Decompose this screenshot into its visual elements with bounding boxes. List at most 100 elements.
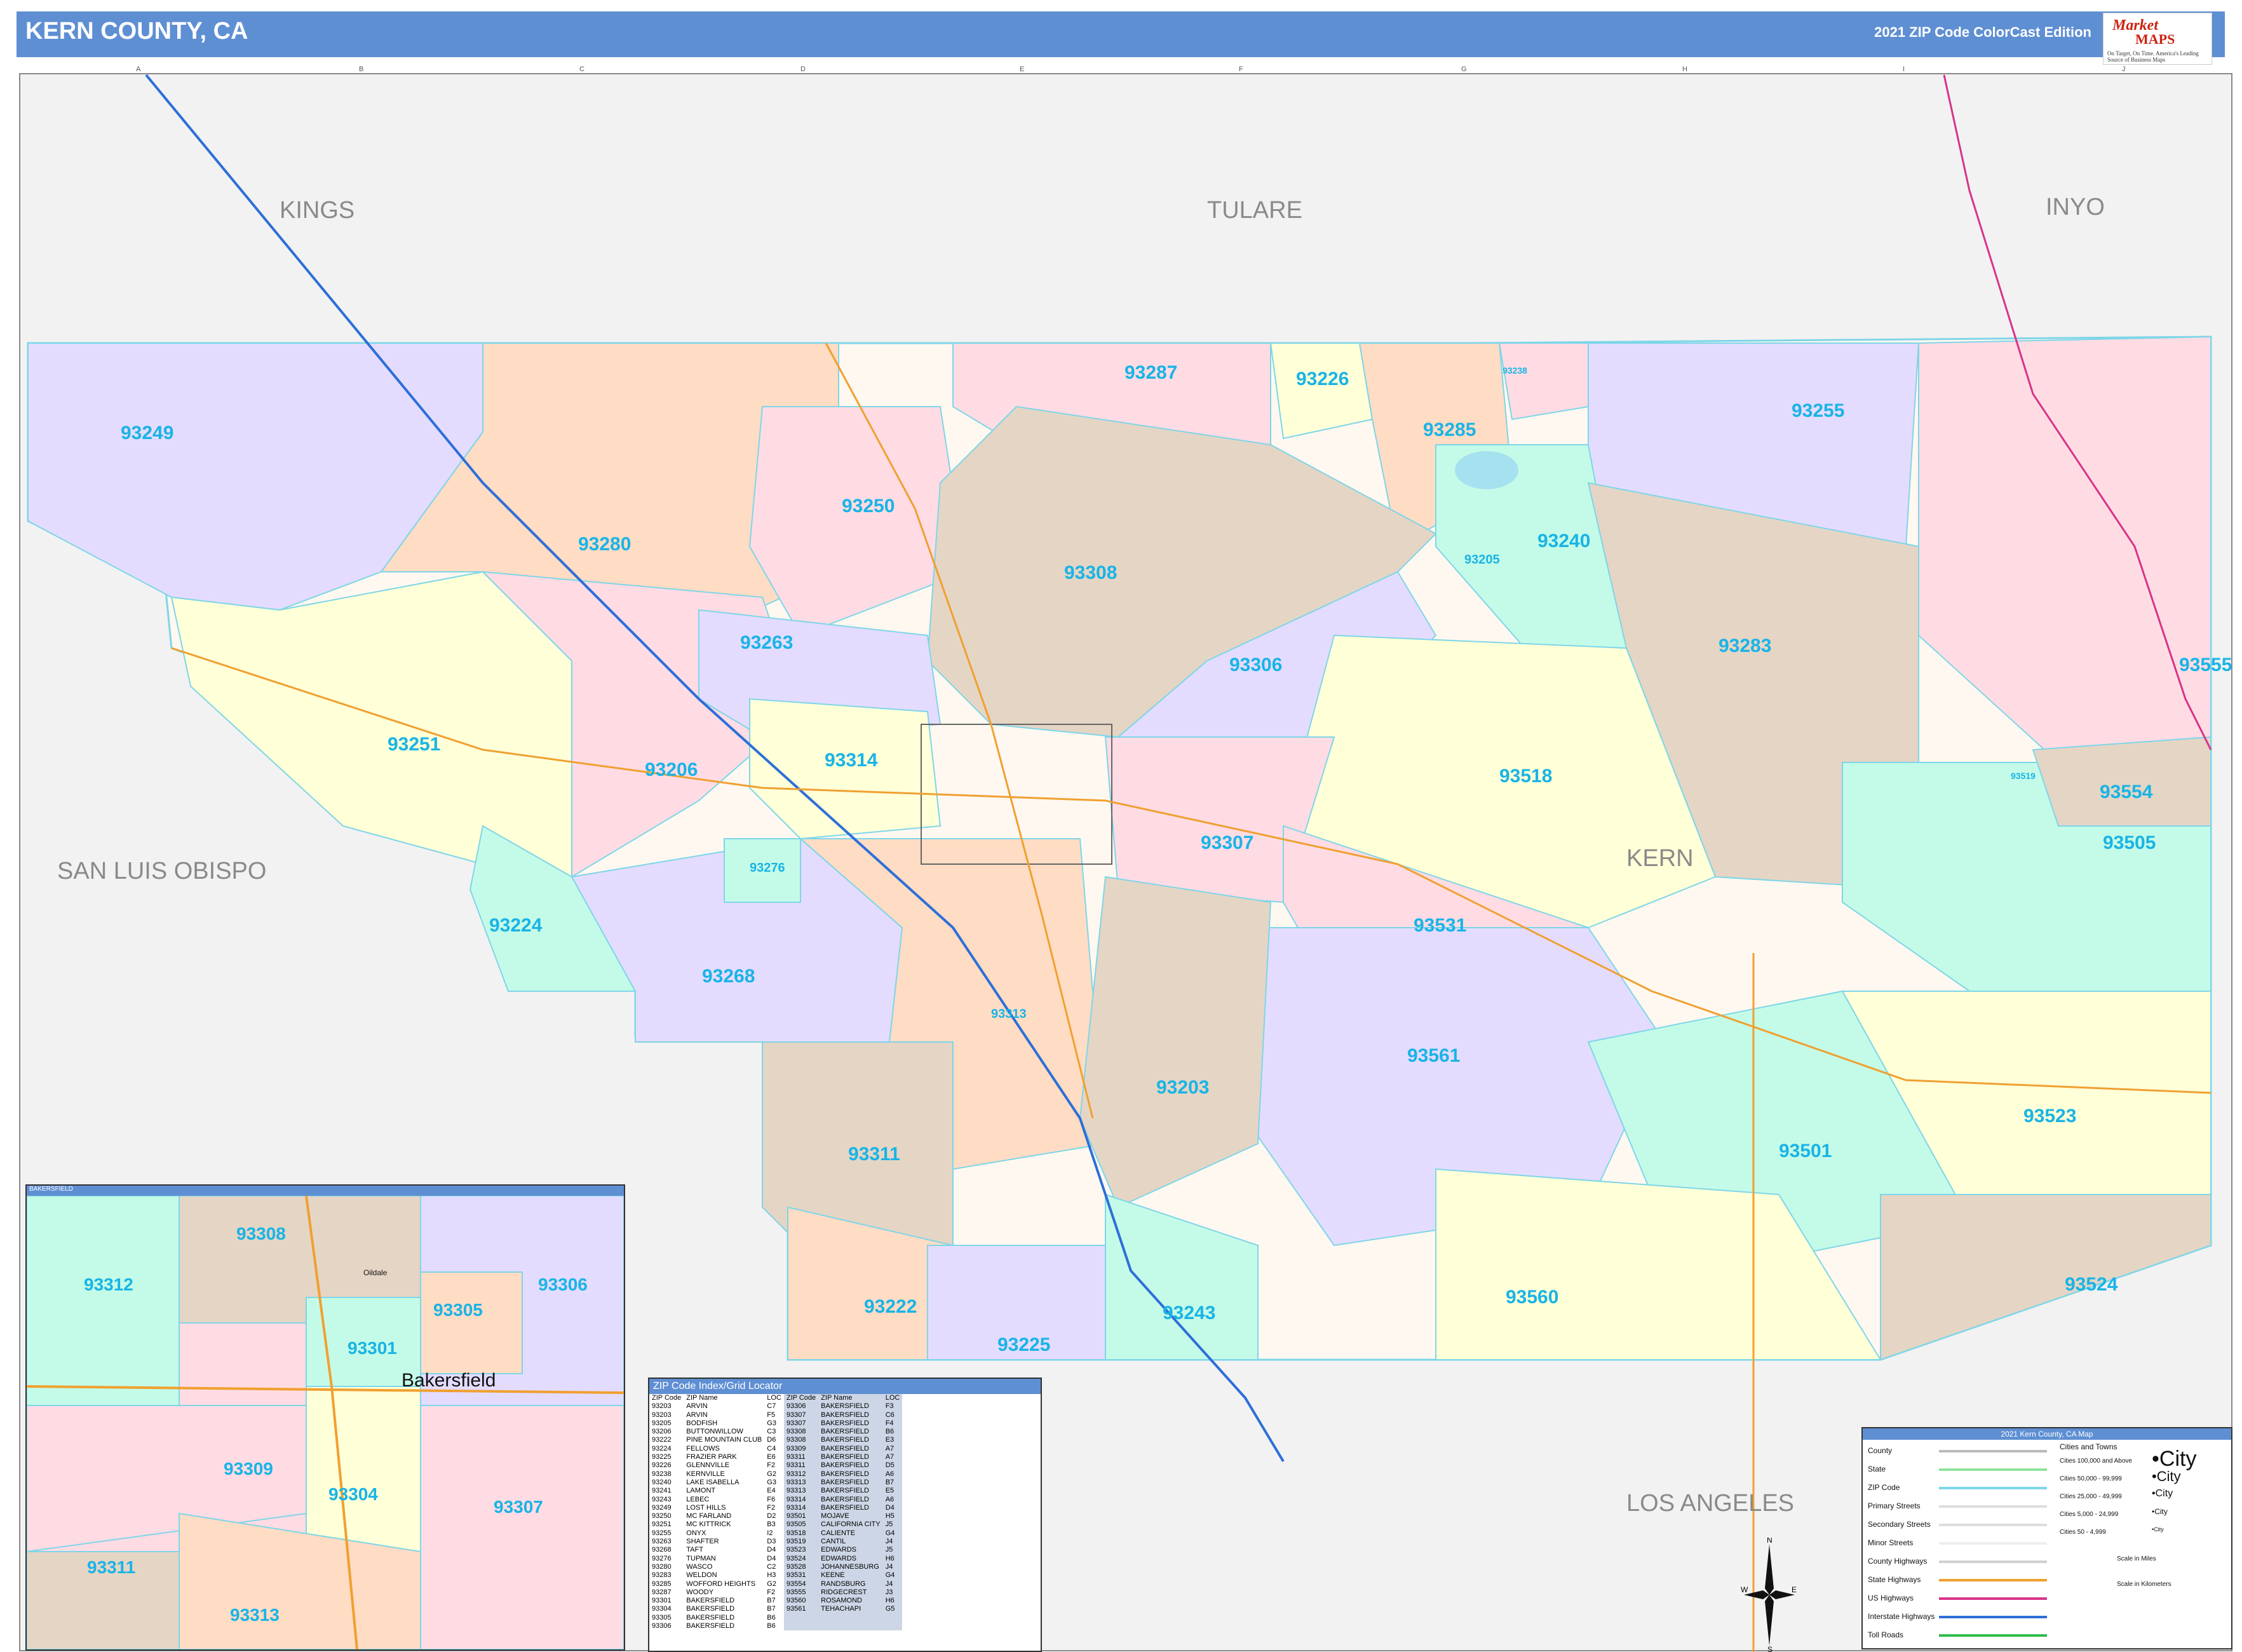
zip-index-cell: D2 bbox=[767, 1512, 776, 1520]
zip-label-93285[interactable]: 93285 bbox=[1423, 419, 1476, 441]
zip-index-cell: 93263 bbox=[652, 1538, 672, 1546]
zip-index-cell: 93224 bbox=[652, 1444, 672, 1452]
legend-swatch bbox=[1939, 1579, 2047, 1581]
inset-zip-label-93301[interactable]: 93301 bbox=[348, 1338, 397, 1358]
zip-label-93505[interactable]: 93505 bbox=[2103, 832, 2156, 854]
zip-index-cell: BAKERSFIELD bbox=[818, 1419, 883, 1428]
inset-zip-label-93307[interactable]: 93307 bbox=[494, 1497, 543, 1517]
zip-label-93531[interactable]: 93531 bbox=[1414, 915, 1466, 937]
zip-label-93313[interactable]: 93313 bbox=[991, 1007, 1027, 1022]
inset-zip-label-93311[interactable]: 93311 bbox=[87, 1557, 135, 1578]
zip-index-cell: 93505 bbox=[783, 1520, 819, 1529]
zip-label-93255[interactable]: 93255 bbox=[1792, 400, 1844, 422]
legend-swatch bbox=[1939, 1542, 2047, 1545]
zip-label-93222[interactable]: 93222 bbox=[864, 1296, 917, 1318]
zip-index-cell: 93313 bbox=[783, 1478, 819, 1487]
zip-index-cell: 93222 bbox=[652, 1436, 672, 1444]
zip-label-93555[interactable]: 93555 bbox=[2179, 654, 2232, 676]
zip-index-cell: FRAZIER PARK bbox=[686, 1453, 737, 1461]
zip-label-93314[interactable]: 93314 bbox=[825, 750, 877, 771]
zip-index-cell: 93238 bbox=[652, 1470, 672, 1478]
zip-index-row: 93226 GLENNVILLE F2 93311 BAKERSFIELD D5 bbox=[649, 1461, 903, 1470]
zip-label-93240[interactable]: 93240 bbox=[1537, 531, 1590, 552]
zip-label-93518[interactable]: 93518 bbox=[1499, 766, 1552, 787]
zip-index-cell: C3 bbox=[767, 1428, 776, 1436]
zip-label-93311[interactable]: 93311 bbox=[848, 1144, 900, 1165]
zip-index-cell: F5 bbox=[767, 1411, 776, 1419]
zip-label-93554[interactable]: 93554 bbox=[2100, 782, 2152, 803]
zip-label-93225[interactable]: 93225 bbox=[997, 1334, 1050, 1356]
zip-label-93287[interactable]: 93287 bbox=[1124, 362, 1177, 384]
bakersfield-inset[interactable]: BAKERSFIELD Oildale Bakersfield 93308 933… bbox=[25, 1184, 625, 1651]
zip-index-cell: 93518 bbox=[783, 1529, 819, 1538]
zip-label-93251[interactable]: 93251 bbox=[388, 734, 440, 755]
zip-label-93226[interactable]: 93226 bbox=[1296, 369, 1349, 390]
zip-index-cell: 93276 bbox=[652, 1554, 672, 1562]
zip-label-93249[interactable]: 93249 bbox=[121, 423, 173, 444]
inset-zip-label-93308[interactable]: 93308 bbox=[236, 1224, 286, 1244]
inset-zip-label-93305[interactable]: 93305 bbox=[433, 1300, 483, 1320]
inset-zip-label-93313[interactable]: 93313 bbox=[230, 1605, 280, 1625]
zip-label-93276[interactable]: 93276 bbox=[750, 861, 785, 876]
inset-zip-label-93304[interactable]: 93304 bbox=[328, 1484, 378, 1505]
zip-index-cell: BAKERSFIELD bbox=[686, 1597, 735, 1605]
zip-index-cell: PINE MOUNTAIN CLUB bbox=[686, 1436, 762, 1444]
inset-zip-label-93312[interactable]: 93312 bbox=[84, 1275, 133, 1295]
compass-e: E bbox=[1792, 1585, 1797, 1594]
zip-label-93283[interactable]: 93283 bbox=[1719, 635, 1771, 657]
zip-label-93280[interactable]: 93280 bbox=[578, 534, 631, 555]
zip-index-cell: I2 bbox=[767, 1529, 773, 1537]
zip-index-cell: 93560 bbox=[783, 1597, 819, 1606]
zip-index-col-2: LOC bbox=[767, 1394, 781, 1402]
compass-w: W bbox=[1741, 1585, 1748, 1594]
zip-index-cell: 93308 bbox=[783, 1436, 819, 1445]
inset-zip-label-93309[interactable]: 93309 bbox=[224, 1459, 273, 1479]
zip-index-cell: ARVIN bbox=[686, 1411, 708, 1419]
zip-index-body: 93203 ARVIN C7 93306 BAKERSFIELD F3 93203 ARVIN… bbox=[649, 1402, 903, 1631]
zip-label-93206[interactable]: 93206 bbox=[645, 759, 698, 781]
zip-index-cell bbox=[783, 1622, 819, 1631]
zip-label-93243[interactable]: 93243 bbox=[1163, 1303, 1215, 1324]
map-legend[interactable]: 2021 Kern County, CA Map County State ZIP … bbox=[1861, 1427, 2232, 1649]
zip-index-cell: J4 bbox=[882, 1580, 903, 1588]
zip-label-93306[interactable]: 93306 bbox=[1229, 654, 1282, 676]
zip-label-93307[interactable]: 93307 bbox=[1201, 832, 1253, 854]
zip-index-row: 93222 PINE MOUNTAIN CLUB D6 93308 BAKERSFIEL… bbox=[649, 1436, 903, 1445]
zip-label-93238[interactable]: 93238 bbox=[1503, 365, 1527, 376]
zip-index-cell: 93268 bbox=[652, 1546, 672, 1554]
zip-index-cell: G2 bbox=[767, 1470, 776, 1478]
legend-swatch bbox=[1939, 1450, 2047, 1452]
zip-index-cell: J4 bbox=[882, 1562, 903, 1572]
zip-label-93203[interactable]: 93203 bbox=[1156, 1077, 1209, 1099]
zip-index-row: 93304 BAKERSFIELD B7 93561 TEHACHAPI G5 bbox=[649, 1605, 903, 1614]
zip-label-93519[interactable]: 93519 bbox=[2011, 771, 2036, 781]
zip-label-93524[interactable]: 93524 bbox=[2065, 1274, 2117, 1296]
inset-zip-93304 bbox=[306, 1386, 421, 1552]
zip-label-93268[interactable]: 93268 bbox=[702, 966, 755, 987]
zip-label-93561[interactable]: 93561 bbox=[1407, 1045, 1460, 1067]
zip-label-93250[interactable]: 93250 bbox=[842, 496, 895, 517]
zip-index-cell: J5 bbox=[882, 1520, 903, 1529]
legend-label-interstate-highways: Interstate Highways bbox=[1868, 1612, 1935, 1621]
zip-index-row: 93203 ARVIN C7 93306 BAKERSFIELD F3 bbox=[649, 1402, 903, 1411]
zip-index-header: ZIP Code ZIP Name LOC ZIP Code ZIP Name LOC bbox=[649, 1394, 903, 1403]
zip-code-index[interactable]: ZIP Code Index/Grid Locator ZIP Code ZIP … bbox=[648, 1378, 1042, 1652]
zip-index-cell: 93280 bbox=[652, 1562, 672, 1571]
zip-label-93501[interactable]: 93501 bbox=[1779, 1141, 1832, 1162]
zip-label-93523[interactable]: 93523 bbox=[2023, 1106, 2076, 1127]
zip-label-93263[interactable]: 93263 bbox=[740, 632, 793, 654]
legend-swatch bbox=[1939, 1468, 2047, 1471]
zip-index-cell: BAKERSFIELD bbox=[818, 1470, 883, 1479]
zip-index-cell: 93205 bbox=[652, 1419, 672, 1427]
zip-index-cell: J3 bbox=[882, 1588, 903, 1597]
zip-label-93560[interactable]: 93560 bbox=[1506, 1287, 1558, 1308]
legend-label-secondary-streets: Secondary Streets bbox=[1868, 1520, 1931, 1529]
zip-index-cell: MC KITTRICK bbox=[686, 1520, 731, 1529]
zip-label-93308[interactable]: 93308 bbox=[1064, 562, 1117, 584]
zip-index-cell: 93283 bbox=[652, 1571, 672, 1580]
zip-label-93224[interactable]: 93224 bbox=[489, 915, 542, 937]
zip-index-cell: 93249 bbox=[652, 1503, 672, 1512]
zip-label-93205[interactable]: 93205 bbox=[1464, 553, 1500, 567]
legend-label-toll-roads: Toll Roads bbox=[1868, 1630, 1904, 1639]
inset-zip-label-93306[interactable]: 93306 bbox=[538, 1275, 588, 1295]
